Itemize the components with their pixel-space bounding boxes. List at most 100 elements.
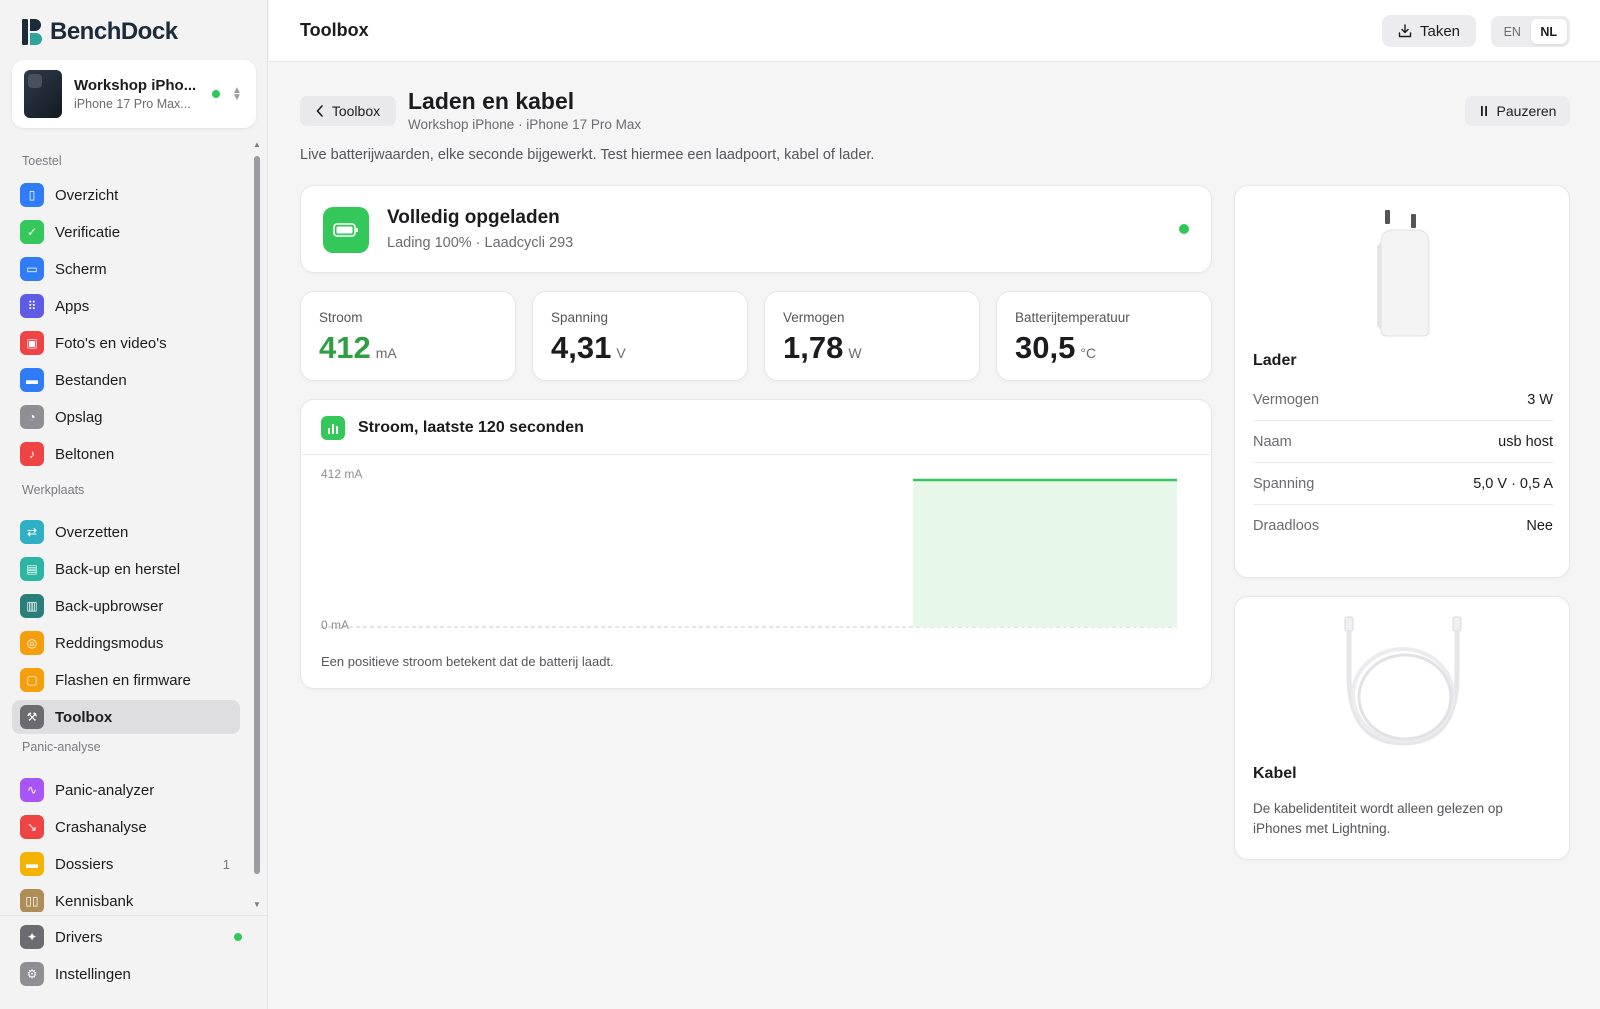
sidebar-item-label: Reddingsmodus	[55, 634, 164, 652]
sidebar-item-dossiers[interactable]: ▬ Dossiers 1	[12, 847, 240, 881]
sidebar-item-count: 1	[222, 856, 230, 872]
sidebar-item-back-upbrowser[interactable]: ▥ Back-upbrowser	[12, 589, 240, 623]
sidebar: BenchDock Workshop iPho... iPhone 17 Pro…	[0, 0, 268, 1009]
status-title: Volledig opgeladen	[387, 207, 560, 228]
scroll-down-icon[interactable]: ▼	[252, 900, 262, 909]
section-label-toestel: Toestel	[22, 154, 62, 168]
sidebar-nav: Toestel Werkplaats Panic-analyse ▯ Overzi…	[0, 140, 268, 912]
sidebar-item-foto-s-en-video-s[interactable]: ▣ Foto's en video's	[12, 326, 240, 360]
book-icon: ▯▯	[20, 889, 44, 912]
sidebar-item-label: Crashanalyse	[55, 818, 147, 836]
sidebar-item-drivers[interactable]: ✦ Drivers	[12, 920, 242, 954]
sidebar-item-label: Opslag	[55, 408, 103, 426]
language-toggle[interactable]: EN NL	[1491, 16, 1570, 47]
app-logo[interactable]: BenchDock	[22, 18, 178, 46]
sidebar-item-kennisbank[interactable]: ▯▯ Kennisbank	[12, 884, 240, 912]
metric-label: Batterijtemperatuur	[1015, 310, 1130, 325]
chevron-updown-icon: ▲ ▼	[232, 85, 242, 103]
charger-title: Lader	[1253, 352, 1297, 369]
taken-button[interactable]: Taken	[1382, 15, 1476, 47]
sidebar-item-label: Scherm	[55, 260, 107, 278]
device-model: iPhone 17 Pro Max...	[74, 97, 191, 111]
scroll-up-icon[interactable]: ▲	[252, 140, 262, 149]
section-label-werkplaats: Werkplaats	[22, 483, 85, 497]
charger-row-draadloos: Draadloos Nee	[1253, 505, 1553, 547]
charger-row-vermogen: Vermogen 3 W	[1253, 379, 1553, 421]
sidebar-item-beltonen[interactable]: ♪ Beltonen	[12, 437, 240, 471]
sidebar-item-instellingen[interactable]: ⚙ Instellingen	[12, 957, 240, 991]
lang-option-en[interactable]: EN	[1494, 19, 1531, 44]
bar-chart-icon	[321, 416, 345, 440]
sidebar-item-crashanalyse[interactable]: ↘ Crashanalyse	[12, 810, 240, 844]
sidebar-item-reddingsmodus[interactable]: ◎ Reddingsmodus	[12, 626, 240, 660]
sidebar-scrollbar[interactable]: ▲ ▼	[252, 140, 262, 910]
sidebar-item-scherm[interactable]: ▭ Scherm	[12, 252, 240, 286]
phone-icon: ▯	[20, 183, 44, 207]
sidebar-item-opslag[interactable]: ◔ Opslag	[12, 400, 240, 434]
current-chart-card: Stroom, laatste 120 seconden 412 mA 0 mA …	[300, 399, 1212, 689]
scrollbar-thumb[interactable]	[254, 156, 260, 874]
back-label: Toolbox	[331, 103, 381, 119]
back-button[interactable]: Toolbox	[300, 96, 396, 126]
battery-full-icon	[323, 207, 369, 253]
charger-card: Lader Vermogen 3 W Naam usb host Spannin…	[1234, 185, 1570, 578]
music-note-icon: ♪	[20, 442, 44, 466]
wrench-icon: ⚒	[20, 705, 44, 729]
top-bar: Toolbox Taken EN NL	[269, 0, 1600, 62]
taken-label: Taken	[1419, 22, 1461, 40]
section-label-panic-analyse: Panic-analyse	[22, 740, 101, 754]
metric-label: Vermogen	[783, 310, 845, 325]
sidebar-item-label: Instellingen	[55, 965, 131, 983]
row-key: Vermogen	[1253, 391, 1320, 408]
device-selector[interactable]: Workshop iPho... iPhone 17 Pro Max... ▲ ▼	[12, 60, 256, 128]
folder-icon: ▬	[20, 852, 44, 876]
sidebar-item-apps[interactable]: ⠿ Apps	[12, 289, 240, 323]
lang-option-nl[interactable]: NL	[1530, 19, 1567, 44]
metric-value: 30,5 °C	[1015, 330, 1096, 366]
sidebar-item-bestanden[interactable]: ▬ Bestanden	[12, 363, 240, 397]
sidebar-item-label: Apps	[55, 297, 90, 315]
cable-text: De kabelidentiteit wordt alleen gelezen …	[1253, 801, 1503, 836]
charger-row-spanning: Spanning 5,0 V · 0,5 A	[1253, 463, 1553, 505]
cable-card: Kabel De kabelidentiteit wordt alleen ge…	[1234, 596, 1570, 860]
sidebar-item-overzicht[interactable]: ▯ Overzicht	[12, 178, 240, 212]
metric-label: Stroom	[319, 310, 363, 325]
sidebar-item-overzetten[interactable]: ⇄ Overzetten	[12, 515, 240, 549]
row-value: Nee	[1526, 518, 1553, 534]
sidebar-item-label: Dossiers	[55, 855, 114, 873]
device-name: Workshop iPho...	[74, 77, 197, 94]
sidebar-item-label: Overzicht	[55, 186, 119, 204]
chart-note: Een positieve stroom betekent dat de bat…	[321, 654, 614, 669]
sidebar-item-label: Back-up en herstel	[55, 560, 181, 578]
page-title: Laden en kabel	[408, 88, 575, 114]
chart-title: Stroom, laatste 120 seconden	[358, 419, 584, 436]
sidebar-item-toolbox[interactable]: ⚒ Toolbox	[12, 700, 240, 734]
shield-check-icon: ✓	[20, 220, 44, 244]
chevron-left-icon	[316, 105, 323, 117]
row-value: 5,0 V · 0,5 A	[1473, 475, 1553, 492]
row-value: usb host	[1498, 433, 1553, 450]
sidebar-item-back-up-en-herstel[interactable]: ▤ Back-up en herstel	[12, 552, 240, 586]
download-tray-icon	[1398, 24, 1412, 38]
transfer-arrows-icon: ⇄	[20, 520, 44, 544]
sidebar-item-verificatie[interactable]: ✓ Verificatie	[12, 215, 240, 249]
chart-down-icon: ↘	[20, 815, 44, 839]
pause-button[interactable]: Pauzeren	[1465, 96, 1570, 126]
cable-title: Kabel	[1253, 765, 1297, 782]
metric-unit: °C	[1080, 345, 1097, 361]
device-thumbnail	[24, 70, 62, 118]
metric-number: 412	[319, 330, 371, 365]
metric-number: 4,31	[551, 330, 612, 365]
metric-value: 4,31 V	[551, 330, 626, 366]
benchdock-logo-icon	[22, 19, 42, 45]
sidebar-item-label: Back-upbrowser	[55, 597, 164, 615]
sidebar-item-flashen-en-firmware[interactable]: ▢ Flashen en firmware	[12, 663, 240, 697]
sidebar-item-label: Foto's en video's	[55, 334, 167, 352]
intro-text: Live batterijwaarden, elke seconde bijge…	[300, 147, 875, 163]
status-subtitle: Lading 100% · Laadcycli 293	[387, 235, 574, 251]
sidebar-item-label: Drivers	[55, 928, 103, 946]
metric-label: Spanning	[551, 310, 609, 325]
sidebar-item-panic-analyzer[interactable]: ∿ Panic-analyzer	[12, 773, 240, 807]
sidebar-item-label: Toolbox	[55, 708, 113, 726]
current-area-chart: 412 mA 0 mA	[321, 467, 1177, 632]
